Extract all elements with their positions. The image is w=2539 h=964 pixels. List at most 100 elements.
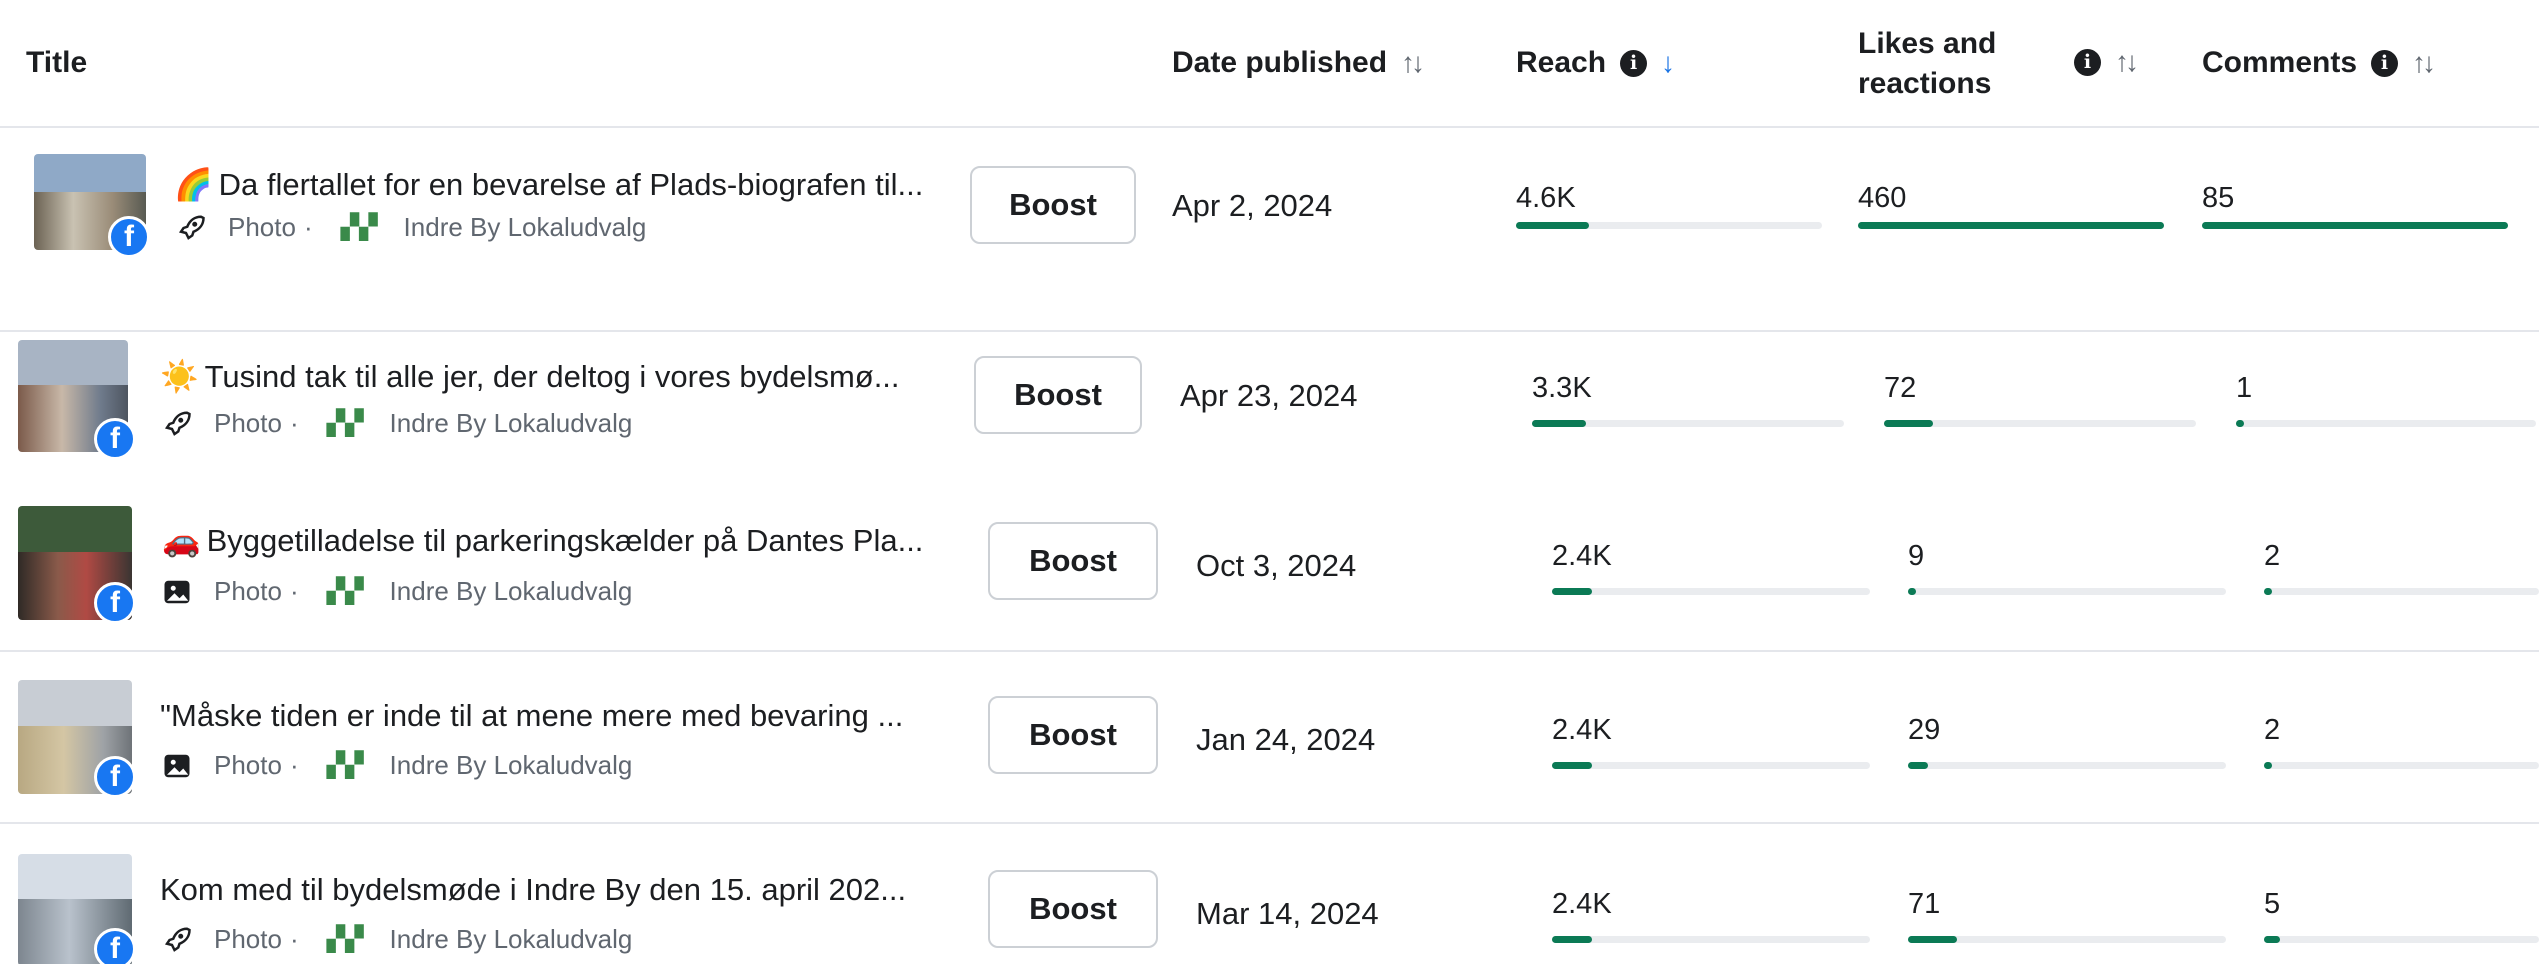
- post-type: Photo: [214, 924, 282, 954]
- likes-value: 9: [1908, 540, 1925, 572]
- reach-value: 2.4K: [1552, 714, 1612, 746]
- table-row[interactable]: f ☀️ Tusind tak til alle jer, der deltog …: [0, 330, 2539, 470]
- likes-value: 29: [1908, 714, 1941, 746]
- rocket-icon: [164, 410, 191, 436]
- column-likes-label-line2: reactions: [1858, 67, 1992, 100]
- post-meta: Photo · ▞▞ Indre By Lokaludvalg: [160, 750, 632, 781]
- reach-bar: [1516, 222, 1822, 229]
- post-type: Photo: [228, 212, 296, 242]
- likes-bar-fill: [1908, 936, 1958, 943]
- column-comments[interactable]: Comments i ↑↓: [2202, 46, 2436, 80]
- comments-bar-fill: [2264, 936, 2281, 943]
- post-type: Photo: [214, 408, 282, 438]
- likes-value: 71: [1908, 888, 1941, 920]
- likes-bar: [1908, 762, 2226, 769]
- post-meta: Photo · ▞▞ Indre By Lokaludvalg: [160, 576, 632, 607]
- comments-value: 2: [2264, 540, 2281, 572]
- post-title-text: Da flertallet for en bevarelse af Plads-…: [218, 167, 924, 202]
- info-icon[interactable]: i: [1620, 49, 1648, 77]
- post-meta: Photo · ▞▞ Indre By Lokaludvalg: [160, 924, 632, 955]
- post-title-text: "Måske tiden er inde til at mene mere me…: [160, 698, 904, 733]
- page-icon: ▞▞: [326, 926, 364, 953]
- page-icon: ▞▞: [326, 578, 364, 605]
- page-icon: ▞▞: [326, 410, 364, 437]
- boost-button[interactable]: Boost: [970, 166, 1136, 244]
- boost-button[interactable]: Boost: [988, 870, 1158, 948]
- post-title-text: Tusind tak til alle jer, der deltog i vo…: [204, 359, 900, 394]
- post-title[interactable]: 🌈 Da flertallet for en bevarelse af Plads…: [174, 166, 923, 203]
- date-published: Jan 24, 2024: [1196, 722, 1376, 757]
- reach-bar-fill: [1516, 222, 1590, 229]
- likes-header-icons: i ↑↓: [2074, 46, 2139, 78]
- comments-bar-fill: [2264, 762, 2272, 769]
- info-icon[interactable]: i: [2371, 49, 2399, 77]
- page-icon: ▞▞: [326, 752, 364, 779]
- column-date-published[interactable]: Date published ↑↓: [1172, 46, 1425, 80]
- table-row[interactable]: f "Måske tiden er inde til at mene mere …: [0, 650, 2539, 822]
- comments-bar: [2264, 762, 2539, 769]
- reach-bar-fill: [1552, 936, 1592, 943]
- column-date-label: Date published: [1172, 46, 1388, 79]
- likes-bar: [1858, 222, 2164, 229]
- table-header: Title Date published ↑↓ Reach i ↓ Likes …: [0, 0, 2539, 128]
- comments-bar: [2264, 936, 2539, 943]
- facebook-icon: f: [94, 582, 136, 624]
- sort-desc-icon[interactable]: ↓: [1661, 47, 1675, 79]
- rocket-icon: [178, 214, 205, 240]
- rocket-icon: [164, 926, 191, 952]
- reach-bar-fill: [1552, 588, 1592, 595]
- boost-button[interactable]: Boost: [988, 522, 1158, 600]
- likes-bar-fill: [1858, 222, 2164, 229]
- post-title[interactable]: ☀️ Tusind tak til alle jer, der deltog i …: [160, 358, 900, 395]
- reach-bar: [1532, 420, 1844, 427]
- post-title[interactable]: "Måske tiden er inde til at mene mere me…: [160, 698, 903, 734]
- post-type: Photo: [214, 576, 282, 606]
- column-comments-label: Comments: [2202, 46, 2358, 79]
- sort-icon[interactable]: ↑↓: [1401, 47, 1425, 79]
- facebook-icon: f: [94, 756, 136, 798]
- boost-button[interactable]: Boost: [988, 696, 1158, 774]
- reach-bar: [1552, 762, 1870, 769]
- photo-icon: [164, 580, 190, 603]
- post-meta: Photo · ▞▞ Indre By Lokaludvalg: [160, 408, 632, 439]
- comments-bar-fill: [2236, 420, 2244, 427]
- date-published: Mar 14, 2024: [1196, 896, 1379, 931]
- column-title-label: Title: [26, 46, 88, 79]
- date-published: Apr 23, 2024: [1180, 378, 1358, 413]
- likes-value: 460: [1858, 182, 1907, 214]
- reach-bar-fill: [1552, 762, 1592, 769]
- column-title: Title: [26, 46, 87, 80]
- comments-bar: [2236, 420, 2536, 427]
- table-row[interactable]: f Kom med til bydelsmøde i Indre By den …: [0, 822, 2539, 964]
- reach-bar: [1552, 936, 1870, 943]
- post-title[interactable]: 🚗 Byggetilladelse til parkeringskælder på…: [162, 522, 923, 559]
- column-reach[interactable]: Reach i ↓: [1516, 46, 1675, 80]
- comments-bar: [2264, 588, 2539, 595]
- post-title-text: Byggetilladelse til parkeringskælder på …: [206, 523, 924, 558]
- reach-value: 3.3K: [1532, 372, 1592, 404]
- table-row[interactable]: f 🚗 Byggetilladelse til parkeringskælder …: [0, 470, 2539, 650]
- sort-icon[interactable]: ↑↓: [2412, 47, 2436, 79]
- comments-bar-fill: [2202, 222, 2508, 229]
- comments-value: 5: [2264, 888, 2281, 920]
- comments-bar: [2202, 222, 2508, 229]
- likes-bar: [1884, 420, 2196, 427]
- facebook-icon: f: [108, 216, 150, 258]
- photo-icon: [164, 754, 190, 777]
- likes-value: 72: [1884, 372, 1917, 404]
- post-emoji: 🚗: [162, 523, 201, 558]
- info-icon[interactable]: i: [2074, 48, 2101, 76]
- table-row[interactable]: f 🌈 Da flertallet for en bevarelse af Pla…: [0, 130, 2539, 330]
- date-published: Apr 2, 2024: [1172, 188, 1333, 223]
- column-likes-reactions[interactable]: Likes and reactions: [1858, 24, 1996, 104]
- likes-bar: [1908, 588, 2226, 595]
- column-reach-label: Reach: [1516, 46, 1607, 79]
- sort-icon[interactable]: ↑↓: [2115, 46, 2139, 78]
- reach-value: 2.4K: [1552, 540, 1612, 572]
- likes-bar-fill: [1884, 420, 1933, 427]
- likes-bar: [1908, 936, 2226, 943]
- boost-button[interactable]: Boost: [974, 356, 1142, 434]
- post-title[interactable]: Kom med til bydelsmøde i Indre By den 15…: [160, 872, 906, 908]
- facebook-icon: f: [94, 418, 136, 460]
- page-name: Indre By Lokaludvalg: [389, 576, 633, 606]
